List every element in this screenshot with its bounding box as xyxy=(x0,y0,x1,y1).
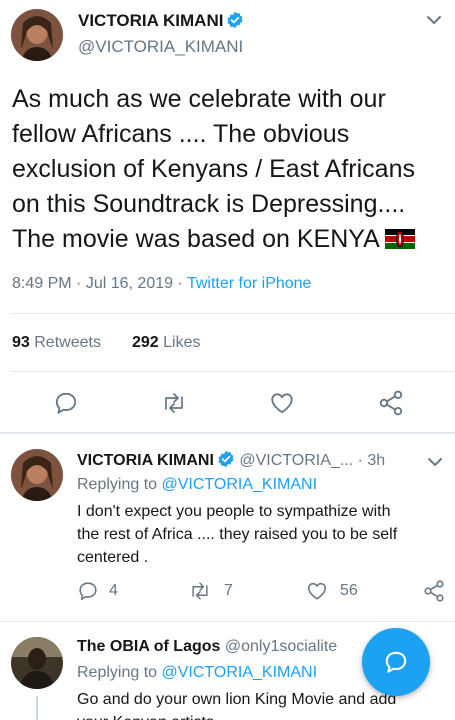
tweet-text-line: The movie was based on KENYA xyxy=(12,225,379,253)
reply-text: I don't expect you people to sympathize … xyxy=(77,500,447,569)
main-tweet-text: As much as we celebrate with our fellow … xyxy=(12,82,452,259)
reply-text-line: I don't expect you people to sympathize … xyxy=(77,503,391,520)
retweets-stat[interactable]: 93 Retweets xyxy=(12,334,101,352)
main-tweet-handle[interactable]: @VICTORIA_KIMANI xyxy=(78,37,243,57)
reply-header: The OBIA of Lagos @only1socialite xyxy=(77,638,337,656)
tweet-text-line: on this Soundtrack is Depressing.... xyxy=(12,190,406,218)
reply-name[interactable]: The OBIA of Lagos xyxy=(77,638,220,655)
reply-like-button[interactable]: 56 xyxy=(306,580,358,602)
like-count: 56 xyxy=(340,582,358,599)
reply-name[interactable]: VICTORIA KIMANI xyxy=(77,452,214,469)
thread-line xyxy=(36,696,38,720)
retweet-icon xyxy=(165,393,183,413)
divider xyxy=(12,371,455,372)
reply-header: VICTORIA KIMANI @VICTORIA_... · 3h xyxy=(77,450,385,470)
reply-reply-button[interactable]: 4 xyxy=(77,580,118,602)
reply-text-line: the rest of Africa .... they raised you … xyxy=(77,526,398,543)
avatar-image xyxy=(11,637,63,689)
tweet-text-line: exclusion of Kenyans / East Africans xyxy=(12,155,415,183)
reply-handle[interactable]: @VICTORIA_... xyxy=(239,452,353,469)
reply-icon xyxy=(79,582,97,601)
reply-icon xyxy=(55,392,77,414)
share-button[interactable] xyxy=(377,389,405,422)
main-tweet-name-row: VICTORIA KIMANI xyxy=(78,11,244,31)
meta-separator: · xyxy=(177,275,183,292)
retweets-count: 93 xyxy=(12,334,30,351)
chevron-down-icon[interactable] xyxy=(424,10,444,35)
reply-share-button[interactable] xyxy=(422,579,446,608)
likes-count: 292 xyxy=(132,334,159,351)
tweet-text-line: As much as we celebrate with our xyxy=(12,85,386,113)
reply-button[interactable] xyxy=(53,390,79,421)
retweet-count: 7 xyxy=(224,582,233,599)
heart-icon xyxy=(271,393,293,414)
replying-to: Replying to @VICTORIA_KIMANI xyxy=(77,476,317,494)
compose-reply-button[interactable] xyxy=(362,628,430,696)
tweet-time[interactable]: 8:49 PM xyxy=(12,275,72,292)
retweet-icon xyxy=(192,582,208,600)
reply-handle[interactable]: @only1socialite xyxy=(225,638,337,655)
likes-label: Likes xyxy=(163,334,201,351)
tweet-text-line-last: The movie was based on KENYA xyxy=(12,222,452,259)
section-divider xyxy=(0,432,455,434)
kenya-flag-icon xyxy=(385,224,416,259)
divider xyxy=(12,313,455,314)
like-button[interactable] xyxy=(269,390,295,421)
replying-to-handle[interactable]: @VICTORIA_KIMANI xyxy=(162,664,318,681)
main-tweet-meta: 8:49 PM · Jul 16, 2019 · Twitter for iPh… xyxy=(12,275,311,293)
heart-icon xyxy=(307,582,327,600)
main-tweet-avatar[interactable] xyxy=(11,9,63,61)
divider xyxy=(0,621,455,622)
replying-to-label: Replying to xyxy=(77,476,158,493)
compose-reply-icon xyxy=(385,651,407,673)
reply-retweet-button[interactable]: 7 xyxy=(188,580,233,602)
reply-text-line: your Kenyan artists xyxy=(77,711,452,720)
main-tweet-name[interactable]: VICTORIA KIMANI xyxy=(78,11,223,30)
replying-to: Replying to @VICTORIA_KIMANI xyxy=(77,664,317,682)
reply-text-line: centered . xyxy=(77,549,149,566)
reply-avatar[interactable] xyxy=(11,449,63,501)
share-icon xyxy=(424,580,444,602)
replying-to-handle[interactable]: @VICTORIA_KIMANI xyxy=(162,476,318,493)
verified-badge-icon xyxy=(226,11,244,29)
avatar-image xyxy=(11,449,63,501)
reply-count: 4 xyxy=(109,582,118,599)
retweets-label: Retweets xyxy=(34,334,101,351)
reply-avatar[interactable] xyxy=(11,637,63,689)
reply-time: · 3h xyxy=(357,452,386,469)
meta-separator: · xyxy=(76,275,82,292)
tweet-text-line: fellow Africans .... The obvious xyxy=(12,120,350,148)
replying-to-label: Replying to xyxy=(77,664,158,681)
share-icon xyxy=(379,390,403,416)
chevron-down-icon[interactable] xyxy=(425,452,445,477)
tweet-date[interactable]: Jul 16, 2019 xyxy=(86,275,173,292)
tweet-source-link[interactable]: Twitter for iPhone xyxy=(187,275,312,292)
retweet-button[interactable] xyxy=(160,390,188,421)
likes-stat[interactable]: 292 Likes xyxy=(132,334,201,352)
verified-badge-icon xyxy=(217,450,235,468)
avatar-image xyxy=(11,9,63,61)
